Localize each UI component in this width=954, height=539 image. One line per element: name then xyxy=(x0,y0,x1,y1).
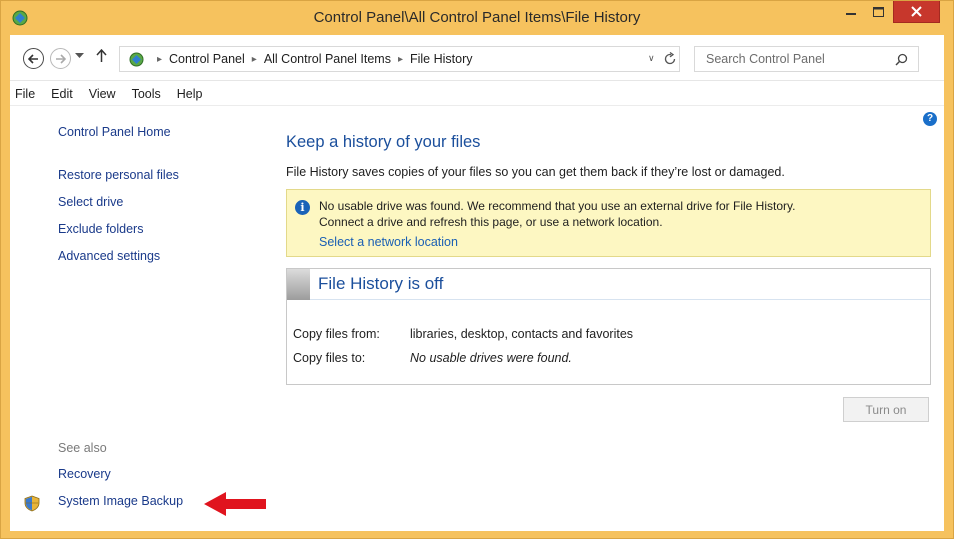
info-message-line2: Connect a drive and refresh this page, o… xyxy=(319,215,663,229)
info-icon: i xyxy=(295,200,310,215)
info-banner: i No usable drive was found. We recommen… xyxy=(286,189,931,257)
maximize-icon xyxy=(873,7,884,17)
status-header: File History is off xyxy=(287,269,930,300)
status-title: File History is off xyxy=(318,274,444,293)
close-icon xyxy=(911,6,922,17)
window-title: Control Panel\All Control Panel Items\Fi… xyxy=(313,9,641,26)
turn-on-button[interactable]: Turn on xyxy=(843,397,929,422)
minimize-icon xyxy=(846,13,856,15)
copy-from-value: libraries, desktop, contacts and favorit… xyxy=(410,327,634,341)
status-panel: File History is off Copy files from: lib… xyxy=(286,268,931,385)
minimize-button[interactable] xyxy=(837,1,865,23)
window-frame: Control Panel\All Control Panel Items\Fi… xyxy=(0,0,954,539)
info-message-line1: No usable drive was found. We recommend … xyxy=(319,199,796,213)
title-bar[interactable]: Control Panel\All Control Panel Items\Fi… xyxy=(1,1,953,35)
close-button[interactable] xyxy=(893,1,940,23)
window-client: ▸ Control Panel ▸ All Control Panel Item… xyxy=(10,35,944,531)
copy-to-value: No usable drives were found. xyxy=(410,351,572,365)
maximize-button[interactable] xyxy=(865,1,892,23)
main-content: Keep a history of your files File Histor… xyxy=(10,35,944,531)
copy-to-label: Copy files to: xyxy=(293,351,366,365)
select-network-location-link[interactable]: Select a network location xyxy=(319,235,458,249)
status-indicator xyxy=(287,269,310,300)
copy-from-label: Copy files from: xyxy=(293,327,380,341)
page-title: Keep a history of your files xyxy=(286,133,481,151)
page-description: File History saves copies of your files … xyxy=(286,165,785,179)
